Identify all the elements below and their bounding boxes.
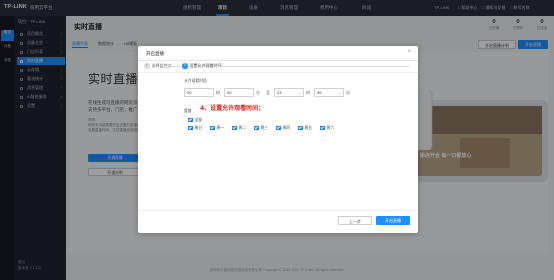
day-label: 周二 xyxy=(238,126,247,130)
step-connector xyxy=(170,65,180,67)
checkbox-all[interactable]: 全部 xyxy=(188,117,202,123)
checkbox-checked-icon xyxy=(254,125,259,131)
divider xyxy=(138,210,418,211)
day-label: 周日 xyxy=(194,126,203,130)
checkbox-checked-icon xyxy=(188,117,193,123)
start-hour-select[interactable]: 00 ⌄ xyxy=(184,88,214,97)
checkbox-checked-icon xyxy=(298,125,303,131)
day-label: 周五 xyxy=(304,126,313,130)
checkbox-sunday[interactable]: 周日 xyxy=(188,125,202,131)
chevron-down-icon: ⌄ xyxy=(338,91,341,95)
day-label: 周三 xyxy=(260,126,269,130)
close-icon[interactable]: × xyxy=(407,49,411,55)
checkbox-checked-icon xyxy=(276,125,281,131)
tutorial-annotation: 4、设置允许观看时间； xyxy=(200,105,265,112)
day-label: 周一 xyxy=(216,126,225,130)
chevron-down-icon: ⌄ xyxy=(248,91,251,95)
hour-unit: 时 xyxy=(306,90,310,95)
end-minute-value: 59 xyxy=(317,90,322,95)
step-connector xyxy=(214,65,410,67)
start-hour-value: 00 xyxy=(187,90,192,95)
hour-unit: 时 xyxy=(216,90,220,95)
checkbox-checked-icon xyxy=(210,125,215,131)
checkbox-tuesday[interactable]: 周二 xyxy=(232,125,246,131)
end-hour-select[interactable]: 23 ⌄ xyxy=(274,88,304,97)
minute-unit: 分 xyxy=(256,90,260,95)
time-range-label: 允许观看时段 xyxy=(184,79,207,83)
checkbox-thursday[interactable]: 周四 xyxy=(276,125,290,131)
checkbox-saturday[interactable]: 周六 xyxy=(320,125,334,131)
checkbox-friday[interactable]: 周五 xyxy=(298,125,312,131)
range-separator: 至 xyxy=(266,90,270,95)
checkbox-checked-icon xyxy=(320,125,325,131)
dialog-title: 开启直播 xyxy=(146,51,164,56)
day-label: 周四 xyxy=(282,126,291,130)
start-live-dialog: 开启直播 × ✓ 选择监控点 2 设置允许观看时间 允许观看时段 00 ⌄ 时 00 ⌄… xyxy=(138,46,418,233)
prev-step-button[interactable]: 上一步 xyxy=(338,216,372,225)
checkbox-checked-icon xyxy=(188,125,193,131)
chevron-down-icon: ⌄ xyxy=(208,91,211,95)
chevron-down-icon: ⌄ xyxy=(298,91,301,95)
day-label: 周六 xyxy=(326,126,335,130)
finish-start-live-button[interactable]: 开启直播 xyxy=(376,216,410,225)
step-1-label: 选择监控点 xyxy=(151,63,172,68)
start-minute-value: 00 xyxy=(227,90,232,95)
repeat-label: 重复 xyxy=(184,109,192,113)
checkbox-monday[interactable]: 周一 xyxy=(210,125,224,131)
end-hour-value: 23 xyxy=(277,90,282,95)
step-1: ✓ 选择监控点 xyxy=(144,63,172,69)
checkbox-checked-icon xyxy=(232,125,237,131)
end-minute-select[interactable]: 59 ⌄ xyxy=(314,88,344,97)
check-icon: ✓ xyxy=(144,63,150,69)
minute-unit: 分 xyxy=(346,90,350,95)
start-minute-select[interactable]: 00 ⌄ xyxy=(224,88,254,97)
step-2-number: 2 xyxy=(182,63,188,69)
checkbox-all-label: 全部 xyxy=(194,118,203,122)
divider xyxy=(138,72,418,73)
divider xyxy=(138,60,418,61)
checkbox-wednesday[interactable]: 周三 xyxy=(254,125,268,131)
